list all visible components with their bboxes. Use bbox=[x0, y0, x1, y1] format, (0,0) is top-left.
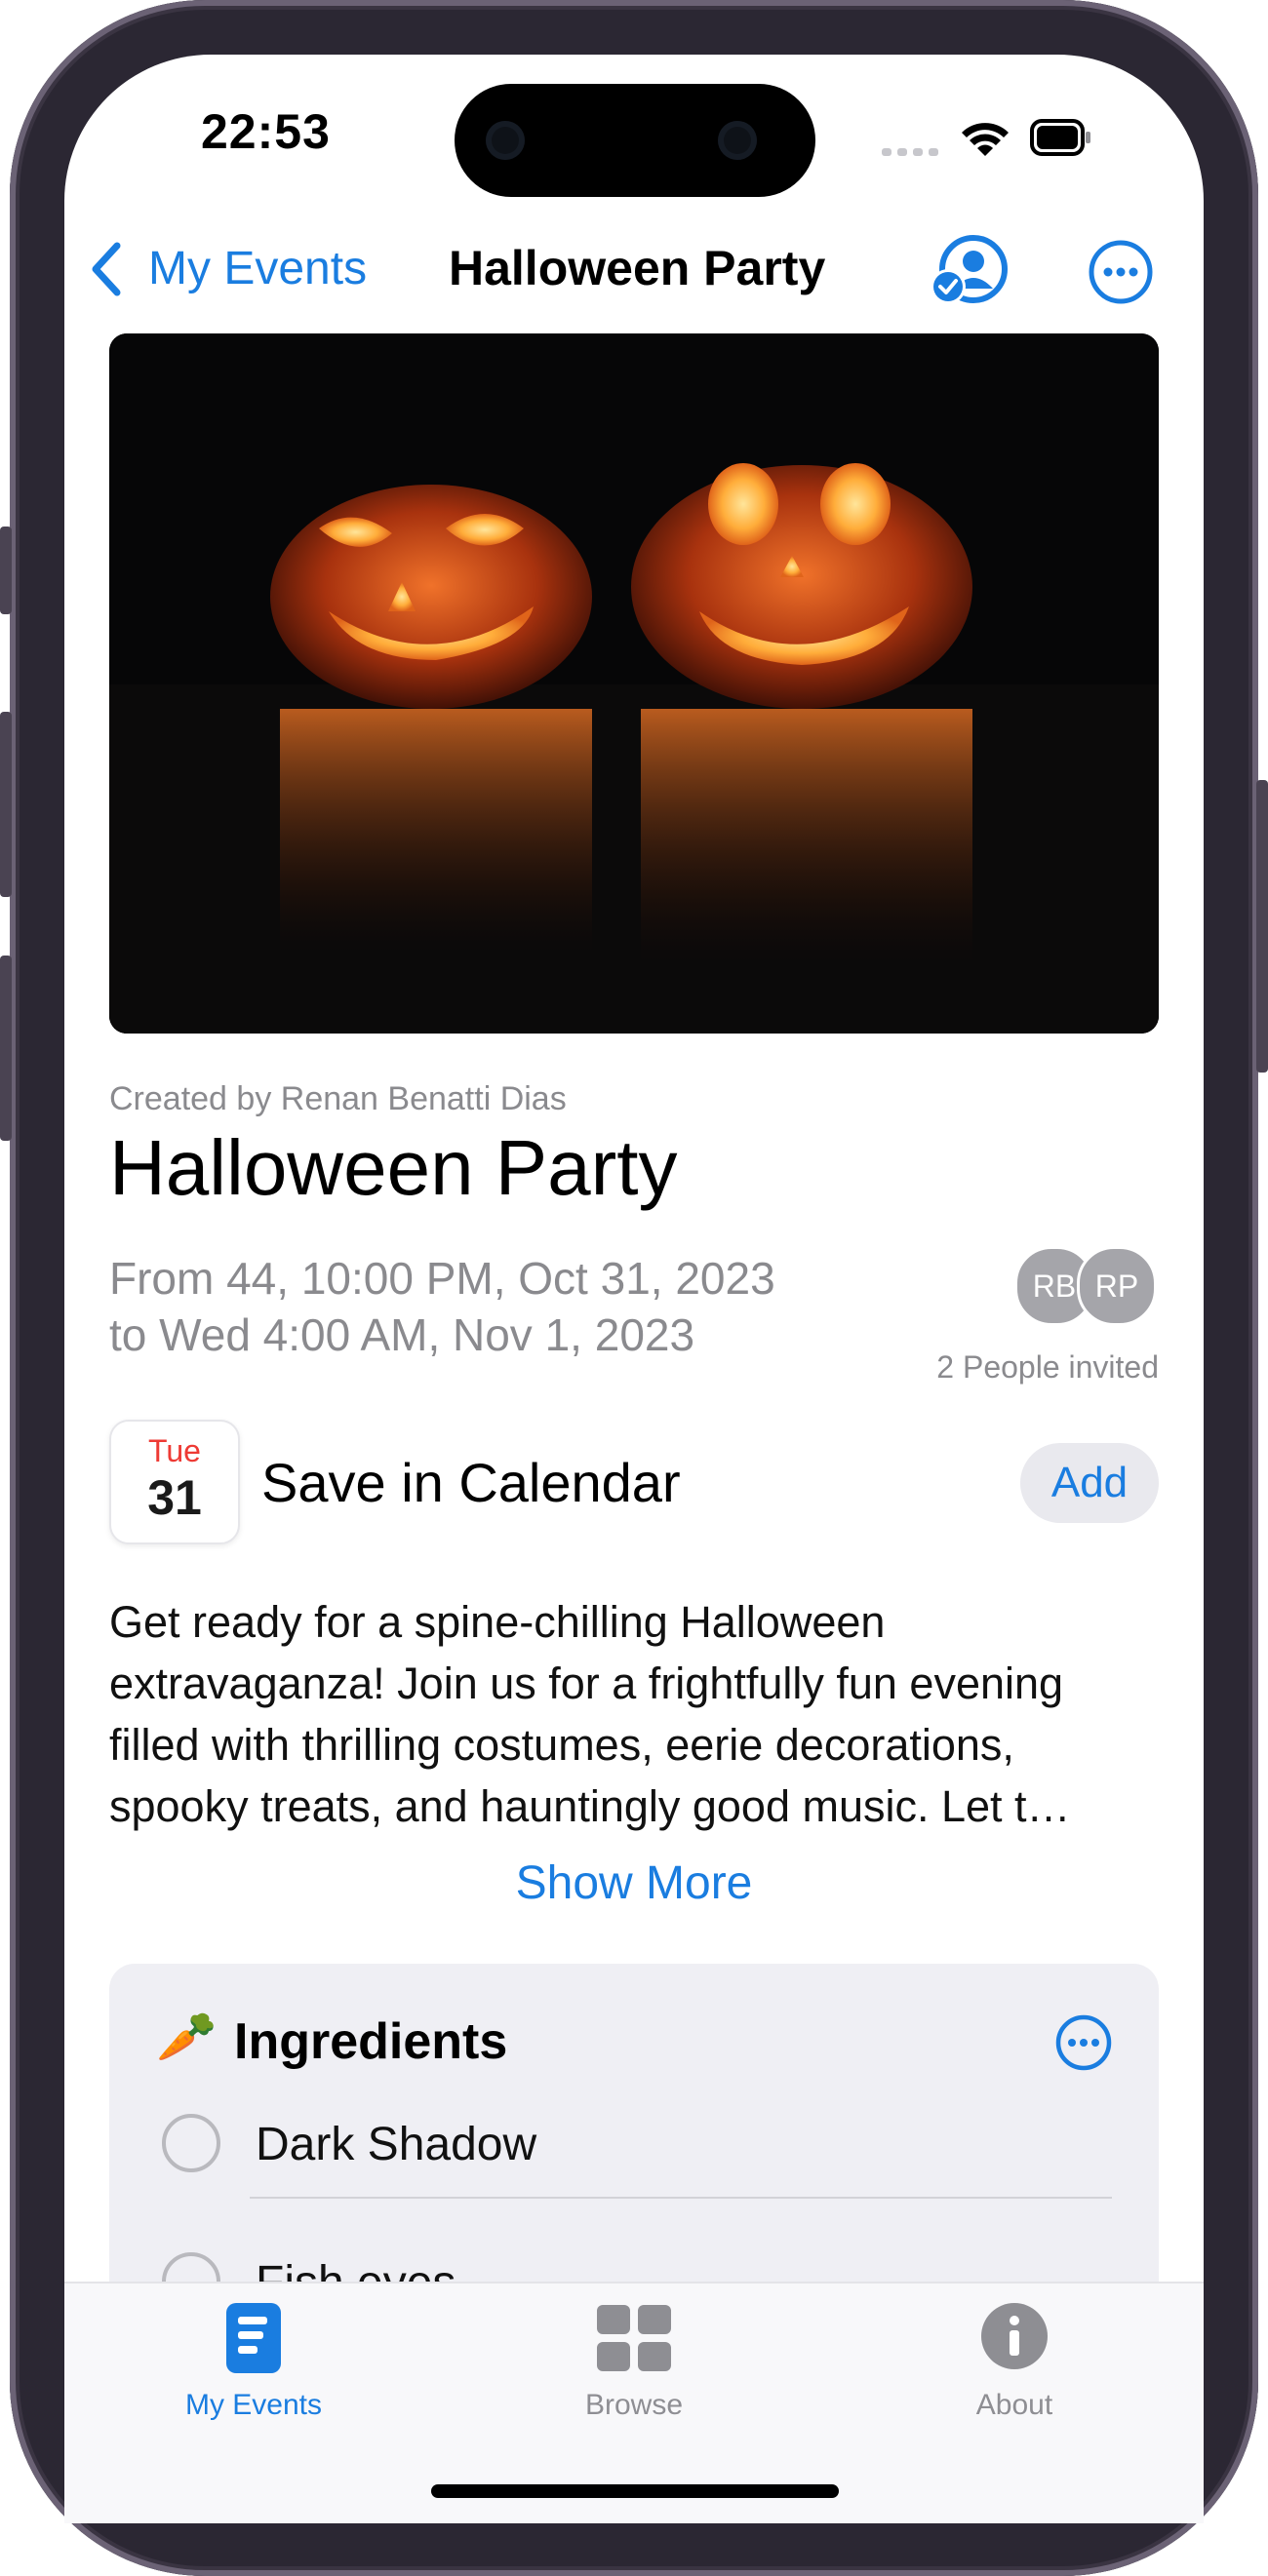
tab-about[interactable]: About bbox=[868, 2295, 1161, 2432]
home-indicator[interactable] bbox=[431, 2484, 839, 2498]
wifi-icon bbox=[962, 123, 1009, 156]
volume-up-button bbox=[0, 712, 12, 897]
power-button bbox=[1256, 780, 1268, 1073]
description-line: filled with thrilling costumes, eerie de… bbox=[109, 1720, 1014, 1770]
person-check-icon[interactable] bbox=[927, 234, 1010, 308]
chevron-left-icon bbox=[92, 242, 121, 296]
status-icons bbox=[882, 119, 1090, 156]
nav-title: Halloween Party bbox=[449, 241, 826, 295]
calendar-day-number: 31 bbox=[147, 1470, 202, 1525]
back-button-label: My Events bbox=[148, 243, 368, 294]
show-more-button[interactable]: Show More bbox=[0, 1856, 1268, 1910]
divider bbox=[250, 2197, 1112, 2199]
hero-image bbox=[109, 333, 1159, 1034]
ingredients-title: Ingredients bbox=[234, 2013, 508, 2070]
item-checkbox[interactable] bbox=[162, 2114, 220, 2172]
camera-icon bbox=[486, 121, 525, 160]
status-time: 22:53 bbox=[201, 104, 331, 159]
created-by-label: Created by Renan Benatti Dias bbox=[109, 1080, 567, 1117]
list-doc-icon bbox=[226, 2303, 281, 2373]
tab-label: Browse bbox=[584, 2389, 684, 2421]
calendar-date-icon: Tue 31 bbox=[109, 1420, 240, 1544]
description-line: extravaganza! Join us for a frightfully … bbox=[109, 1659, 1064, 1708]
event-date-from: From 44, 10:00 PM, Oct 31, 2023 bbox=[109, 1253, 775, 1304]
carrot-icon: 🥕 bbox=[156, 2010, 218, 2064]
tab-label: About bbox=[975, 2389, 1053, 2421]
sensor-icon bbox=[718, 121, 757, 160]
ellipsis-circle-icon[interactable] bbox=[1087, 238, 1155, 306]
event-title: Halloween Party bbox=[109, 1124, 678, 1211]
battery-icon bbox=[1030, 119, 1090, 156]
cellular-signal-icon bbox=[882, 148, 938, 156]
volume-down-button bbox=[0, 956, 12, 1141]
save-in-calendar-label: Save in Calendar bbox=[261, 1452, 681, 1513]
tab-my-events[interactable]: My Events bbox=[107, 2295, 400, 2432]
avatar: RP bbox=[1077, 1246, 1157, 1326]
event-date-to: to Wed 4:00 AM, Nov 1, 2023 bbox=[109, 1309, 695, 1360]
tab-browse[interactable]: Browse bbox=[488, 2295, 780, 2432]
tab-label: My Events bbox=[184, 2389, 323, 2421]
invitee-avatars[interactable]: RB RP bbox=[1014, 1246, 1161, 1328]
ellipsis-circle-icon[interactable] bbox=[1053, 2012, 1114, 2073]
dynamic-island bbox=[455, 84, 815, 197]
list-item: Dark Shadow bbox=[256, 2119, 537, 2170]
info-icon bbox=[981, 2303, 1048, 2369]
action-button bbox=[0, 527, 12, 614]
description-line: Get ready for a spine-chilling Halloween bbox=[109, 1597, 886, 1647]
add-to-calendar-button[interactable]: Add bbox=[1020, 1443, 1159, 1523]
grid-icon bbox=[597, 2305, 671, 2371]
description-line: spooky treats, and hauntingly good music… bbox=[109, 1781, 1071, 1831]
invited-count: 2 People invited bbox=[936, 1349, 1159, 1385]
calendar-day-name: Tue bbox=[148, 1433, 201, 1468]
event-description: Get ready for a spine-chilling Halloween… bbox=[109, 1591, 1172, 1837]
